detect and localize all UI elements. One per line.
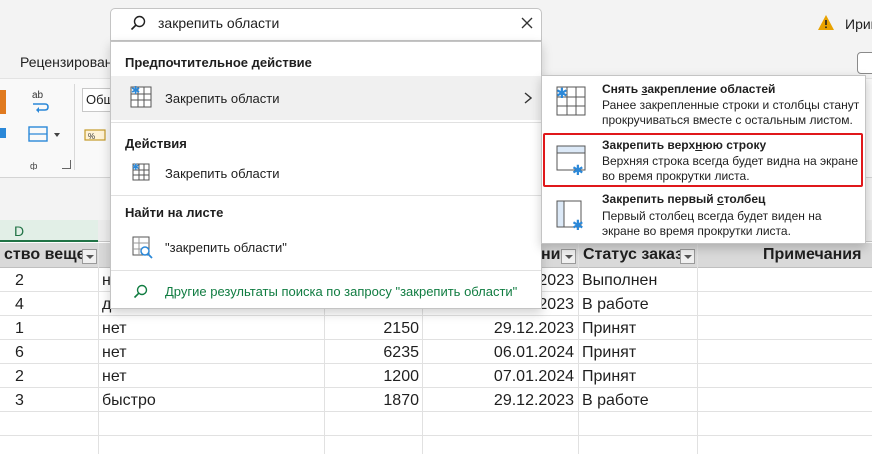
- find-sheet-icon: [132, 236, 153, 259]
- cell-status[interactable]: Принят: [582, 341, 636, 365]
- unfreeze-panes-icon: ✱: [556, 86, 586, 116]
- svg-text:✱: ✱: [572, 218, 584, 230]
- cell-status[interactable]: В работе: [582, 293, 649, 317]
- dialog-launcher-icon[interactable]: [62, 160, 71, 169]
- actions-heading: Действия: [125, 136, 187, 151]
- grid-line: [578, 243, 579, 454]
- header-notes: Примечания: [763, 246, 862, 263]
- svg-text:✱: ✱: [132, 163, 140, 173]
- format-icon[interactable]: [0, 88, 8, 116]
- grid-line: [98, 243, 99, 454]
- svg-text:✱: ✱: [556, 86, 568, 102]
- find-on-sheet-label: "закрепить области": [165, 240, 287, 255]
- cell-qty[interactable]: 3: [15, 389, 24, 413]
- filter-button-status[interactable]: [680, 249, 695, 264]
- ribbon-separator: [74, 84, 75, 170]
- freeze-panes-small-icon: ✱: [132, 163, 150, 181]
- chevron-right-icon: [524, 92, 532, 104]
- font-size-icon[interactable]: ф: [30, 160, 46, 170]
- cell-status[interactable]: В работе: [582, 389, 649, 413]
- comments-button[interactable]: [857, 52, 872, 74]
- cell-note[interactable]: нет: [102, 365, 127, 389]
- cell-note[interactable]: нет: [102, 341, 127, 365]
- freeze-panes-preferred-item[interactable]: Закрепить области: [111, 76, 541, 120]
- svg-text:ф: ф: [30, 161, 38, 170]
- user-name[interactable]: Ирин: [845, 16, 872, 32]
- cell-note[interactable]: нет: [102, 317, 127, 341]
- grid-line: [697, 243, 698, 454]
- cell-note[interactable]: быстро: [102, 389, 156, 413]
- highlight-box: [543, 133, 863, 187]
- header-status: Статус заказ: [583, 246, 683, 263]
- cell-status[interactable]: Выполнен: [582, 269, 657, 293]
- filter-button-qty[interactable]: [82, 249, 97, 264]
- preferred-action-heading: Предпочтительное действие: [125, 55, 312, 70]
- freeze-panes-icon: ✱: [130, 86, 152, 108]
- freeze-first-column-desc: Первый столбец всегда будет виден на экр…: [602, 209, 822, 238]
- cell-status[interactable]: Принят: [582, 365, 636, 389]
- clear-format-icon[interactable]: [0, 126, 8, 140]
- find-on-sheet-item[interactable]: "закрепить области": [111, 226, 541, 268]
- cell-amount[interactable]: 1870: [324, 389, 419, 413]
- cell-qty[interactable]: 4: [15, 293, 24, 317]
- svg-text:ab: ab: [32, 90, 44, 101]
- find-on-sheet-heading: Найти на листе: [125, 205, 224, 220]
- merge-cells-icon[interactable]: [28, 125, 62, 143]
- currency-icon[interactable]: %: [84, 127, 106, 143]
- cell-amount[interactable]: 2150: [324, 317, 419, 341]
- freeze-first-column-icon: ✱: [556, 200, 584, 230]
- search-input[interactable]: закрепить области: [158, 15, 279, 31]
- cell-date[interactable]: 29.12.2023: [422, 389, 574, 413]
- cell-amount[interactable]: 1200: [324, 365, 419, 389]
- svg-text:%: %: [88, 132, 95, 141]
- table-row: [0, 436, 872, 454]
- cell-date[interactable]: 06.01.2024: [422, 341, 574, 365]
- search-icon: [130, 15, 146, 31]
- cell-date[interactable]: 07.01.2024: [422, 365, 574, 389]
- search-icon: [133, 284, 148, 299]
- unfreeze-panes-desc: Ранее закрепленные строки и столбцы стан…: [602, 98, 860, 127]
- header-date: ни: [541, 246, 561, 263]
- dropdown-divider: [111, 122, 541, 123]
- cell-amount[interactable]: 6235: [324, 341, 419, 365]
- dropdown-divider: [111, 270, 541, 271]
- warning-icon[interactable]: [818, 15, 834, 30]
- column-header-d[interactable]: D: [0, 220, 98, 242]
- wrap-text-icon[interactable]: ab: [30, 88, 50, 114]
- tab-review[interactable]: Рецензировани: [20, 54, 120, 70]
- freeze-panes-action-label: Закрепить области: [165, 166, 280, 181]
- dropdown-divider: [111, 195, 541, 196]
- cell-date[interactable]: 29.12.2023: [422, 317, 574, 341]
- cell-status[interactable]: Принят: [582, 317, 636, 341]
- freeze-first-column-title: Закрепить первый столбец: [602, 192, 766, 206]
- freeze-panes-preferred-label: Закрепить области: [165, 91, 280, 106]
- cell-qty[interactable]: 2: [15, 365, 24, 389]
- table-row: [0, 412, 872, 436]
- filter-button-date[interactable]: [561, 249, 576, 264]
- freeze-panes-action-item[interactable]: Закрепить области: [111, 153, 541, 193]
- number-format-box[interactable]: Общ: [82, 88, 112, 112]
- unfreeze-panes-title: Снять закрепление областей: [602, 82, 776, 96]
- cell-qty[interactable]: 2: [15, 269, 24, 293]
- close-icon[interactable]: [521, 17, 533, 29]
- header-qty: ство веще: [4, 246, 84, 263]
- svg-text:✱: ✱: [131, 86, 140, 97]
- cell-qty[interactable]: 6: [15, 341, 24, 365]
- more-results-link[interactable]: Другие результаты поиска по запросу "зак…: [165, 284, 517, 299]
- cell-qty[interactable]: 1: [15, 317, 24, 341]
